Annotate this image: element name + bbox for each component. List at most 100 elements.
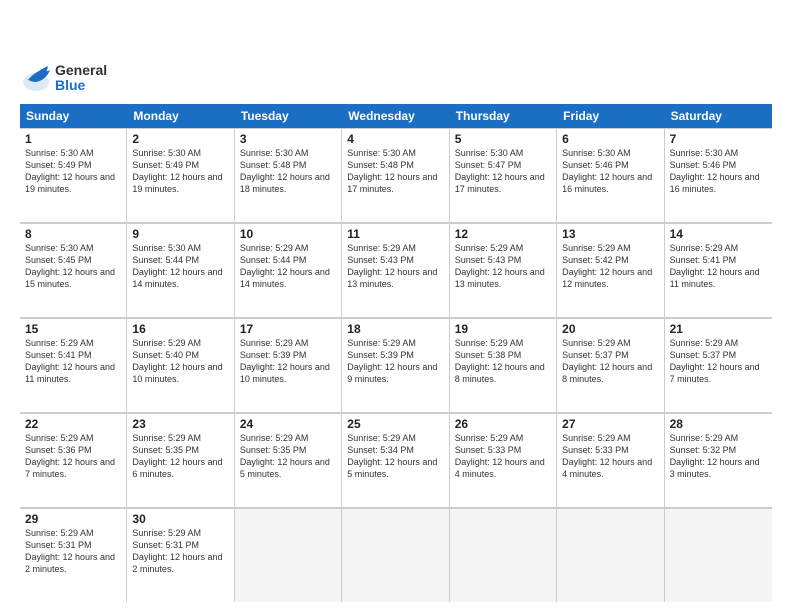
day-info: Sunrise: 5:29 AMSunset: 5:43 PMDaylight:… (347, 242, 443, 291)
calendar-cell: 7Sunrise: 5:30 AMSunset: 5:46 PMDaylight… (665, 129, 772, 222)
page: General Blue SundayMondayTuesdayWednesda… (0, 0, 792, 612)
weekday-header: Saturday (665, 104, 772, 128)
day-info: Sunrise: 5:29 AMSunset: 5:33 PMDaylight:… (455, 432, 551, 481)
calendar-cell: 13Sunrise: 5:29 AMSunset: 5:42 PMDayligh… (557, 224, 664, 317)
day-info: Sunrise: 5:30 AMSunset: 5:49 PMDaylight:… (25, 147, 121, 196)
day-number: 2 (132, 132, 228, 146)
calendar-row: 1Sunrise: 5:30 AMSunset: 5:49 PMDaylight… (20, 128, 772, 223)
logo-blue: Blue (55, 78, 107, 93)
day-number: 6 (562, 132, 658, 146)
day-info: Sunrise: 5:29 AMSunset: 5:44 PMDaylight:… (240, 242, 336, 291)
day-number: 7 (670, 132, 767, 146)
day-info: Sunrise: 5:30 AMSunset: 5:45 PMDaylight:… (25, 242, 121, 291)
day-number: 22 (25, 417, 121, 431)
calendar-cell (557, 509, 664, 602)
day-number: 12 (455, 227, 551, 241)
calendar-cell: 29Sunrise: 5:29 AMSunset: 5:31 PMDayligh… (20, 509, 127, 602)
day-info: Sunrise: 5:30 AMSunset: 5:47 PMDaylight:… (455, 147, 551, 196)
day-info: Sunrise: 5:29 AMSunset: 5:37 PMDaylight:… (670, 337, 767, 386)
calendar-row: 8Sunrise: 5:30 AMSunset: 5:45 PMDaylight… (20, 223, 772, 318)
calendar-cell (450, 509, 557, 602)
day-info: Sunrise: 5:30 AMSunset: 5:46 PMDaylight:… (670, 147, 767, 196)
day-number: 3 (240, 132, 336, 146)
day-number: 9 (132, 227, 228, 241)
day-number: 5 (455, 132, 551, 146)
weekday-header: Wednesday (342, 104, 449, 128)
day-info: Sunrise: 5:29 AMSunset: 5:41 PMDaylight:… (670, 242, 767, 291)
logo-general: General (55, 63, 107, 78)
day-number: 29 (25, 512, 121, 526)
day-info: Sunrise: 5:30 AMSunset: 5:44 PMDaylight:… (132, 242, 228, 291)
calendar-cell: 11Sunrise: 5:29 AMSunset: 5:43 PMDayligh… (342, 224, 449, 317)
day-info: Sunrise: 5:29 AMSunset: 5:39 PMDaylight:… (347, 337, 443, 386)
day-number: 20 (562, 322, 658, 336)
day-number: 19 (455, 322, 551, 336)
calendar-cell: 5Sunrise: 5:30 AMSunset: 5:47 PMDaylight… (450, 129, 557, 222)
calendar-cell: 15Sunrise: 5:29 AMSunset: 5:41 PMDayligh… (20, 319, 127, 412)
calendar: SundayMondayTuesdayWednesdayThursdayFrid… (20, 104, 772, 602)
weekday-header: Thursday (450, 104, 557, 128)
day-info: Sunrise: 5:30 AMSunset: 5:49 PMDaylight:… (132, 147, 228, 196)
weekday-header: Tuesday (235, 104, 342, 128)
day-info: Sunrise: 5:29 AMSunset: 5:34 PMDaylight:… (347, 432, 443, 481)
day-number: 30 (132, 512, 228, 526)
header: General Blue (20, 16, 772, 94)
day-info: Sunrise: 5:29 AMSunset: 5:41 PMDaylight:… (25, 337, 121, 386)
day-number: 23 (132, 417, 228, 431)
day-number: 21 (670, 322, 767, 336)
day-info: Sunrise: 5:29 AMSunset: 5:35 PMDaylight:… (240, 432, 336, 481)
calendar-cell: 8Sunrise: 5:30 AMSunset: 5:45 PMDaylight… (20, 224, 127, 317)
calendar-cell: 9Sunrise: 5:30 AMSunset: 5:44 PMDaylight… (127, 224, 234, 317)
day-info: Sunrise: 5:29 AMSunset: 5:36 PMDaylight:… (25, 432, 121, 481)
calendar-cell (235, 509, 342, 602)
calendar-cell: 27Sunrise: 5:29 AMSunset: 5:33 PMDayligh… (557, 414, 664, 507)
day-number: 28 (670, 417, 767, 431)
day-number: 13 (562, 227, 658, 241)
calendar-body: 1Sunrise: 5:30 AMSunset: 5:49 PMDaylight… (20, 128, 772, 602)
day-number: 18 (347, 322, 443, 336)
calendar-cell: 10Sunrise: 5:29 AMSunset: 5:44 PMDayligh… (235, 224, 342, 317)
day-number: 15 (25, 322, 121, 336)
day-info: Sunrise: 5:29 AMSunset: 5:33 PMDaylight:… (562, 432, 658, 481)
day-info: Sunrise: 5:29 AMSunset: 5:37 PMDaylight:… (562, 337, 658, 386)
day-info: Sunrise: 5:29 AMSunset: 5:38 PMDaylight:… (455, 337, 551, 386)
day-number: 10 (240, 227, 336, 241)
calendar-cell: 16Sunrise: 5:29 AMSunset: 5:40 PMDayligh… (127, 319, 234, 412)
calendar-cell: 23Sunrise: 5:29 AMSunset: 5:35 PMDayligh… (127, 414, 234, 507)
calendar-cell: 6Sunrise: 5:30 AMSunset: 5:46 PMDaylight… (557, 129, 664, 222)
calendar-cell: 19Sunrise: 5:29 AMSunset: 5:38 PMDayligh… (450, 319, 557, 412)
calendar-cell: 28Sunrise: 5:29 AMSunset: 5:32 PMDayligh… (665, 414, 772, 507)
calendar-cell: 25Sunrise: 5:29 AMSunset: 5:34 PMDayligh… (342, 414, 449, 507)
day-number: 17 (240, 322, 336, 336)
day-info: Sunrise: 5:30 AMSunset: 5:48 PMDaylight:… (240, 147, 336, 196)
day-info: Sunrise: 5:29 AMSunset: 5:32 PMDaylight:… (670, 432, 767, 481)
logo: General Blue (20, 16, 107, 94)
calendar-cell: 1Sunrise: 5:30 AMSunset: 5:49 PMDaylight… (20, 129, 127, 222)
calendar-cell (342, 509, 449, 602)
calendar-header: SundayMondayTuesdayWednesdayThursdayFrid… (20, 104, 772, 128)
calendar-cell: 2Sunrise: 5:30 AMSunset: 5:49 PMDaylight… (127, 129, 234, 222)
day-number: 4 (347, 132, 443, 146)
weekday-header: Monday (127, 104, 234, 128)
day-number: 16 (132, 322, 228, 336)
day-info: Sunrise: 5:29 AMSunset: 5:42 PMDaylight:… (562, 242, 658, 291)
day-number: 11 (347, 227, 443, 241)
day-info: Sunrise: 5:29 AMSunset: 5:39 PMDaylight:… (240, 337, 336, 386)
calendar-cell: 22Sunrise: 5:29 AMSunset: 5:36 PMDayligh… (20, 414, 127, 507)
day-info: Sunrise: 5:29 AMSunset: 5:31 PMDaylight:… (132, 527, 228, 576)
day-info: Sunrise: 5:29 AMSunset: 5:43 PMDaylight:… (455, 242, 551, 291)
logo-image: General Blue (20, 62, 107, 94)
calendar-cell: 14Sunrise: 5:29 AMSunset: 5:41 PMDayligh… (665, 224, 772, 317)
calendar-row: 15Sunrise: 5:29 AMSunset: 5:41 PMDayligh… (20, 318, 772, 413)
day-number: 27 (562, 417, 658, 431)
calendar-cell: 24Sunrise: 5:29 AMSunset: 5:35 PMDayligh… (235, 414, 342, 507)
day-info: Sunrise: 5:29 AMSunset: 5:40 PMDaylight:… (132, 337, 228, 386)
day-number: 26 (455, 417, 551, 431)
calendar-cell: 20Sunrise: 5:29 AMSunset: 5:37 PMDayligh… (557, 319, 664, 412)
day-number: 8 (25, 227, 121, 241)
calendar-row: 29 Sunrise: 5:29 AMSunset: 5:31 PMDayligh… (20, 508, 772, 602)
calendar-cell: 12Sunrise: 5:29 AMSunset: 5:43 PMDayligh… (450, 224, 557, 317)
day-number: 14 (670, 227, 767, 241)
calendar-cell: 3Sunrise: 5:30 AMSunset: 5:48 PMDaylight… (235, 129, 342, 222)
calendar-cell: 4Sunrise: 5:30 AMSunset: 5:48 PMDaylight… (342, 129, 449, 222)
